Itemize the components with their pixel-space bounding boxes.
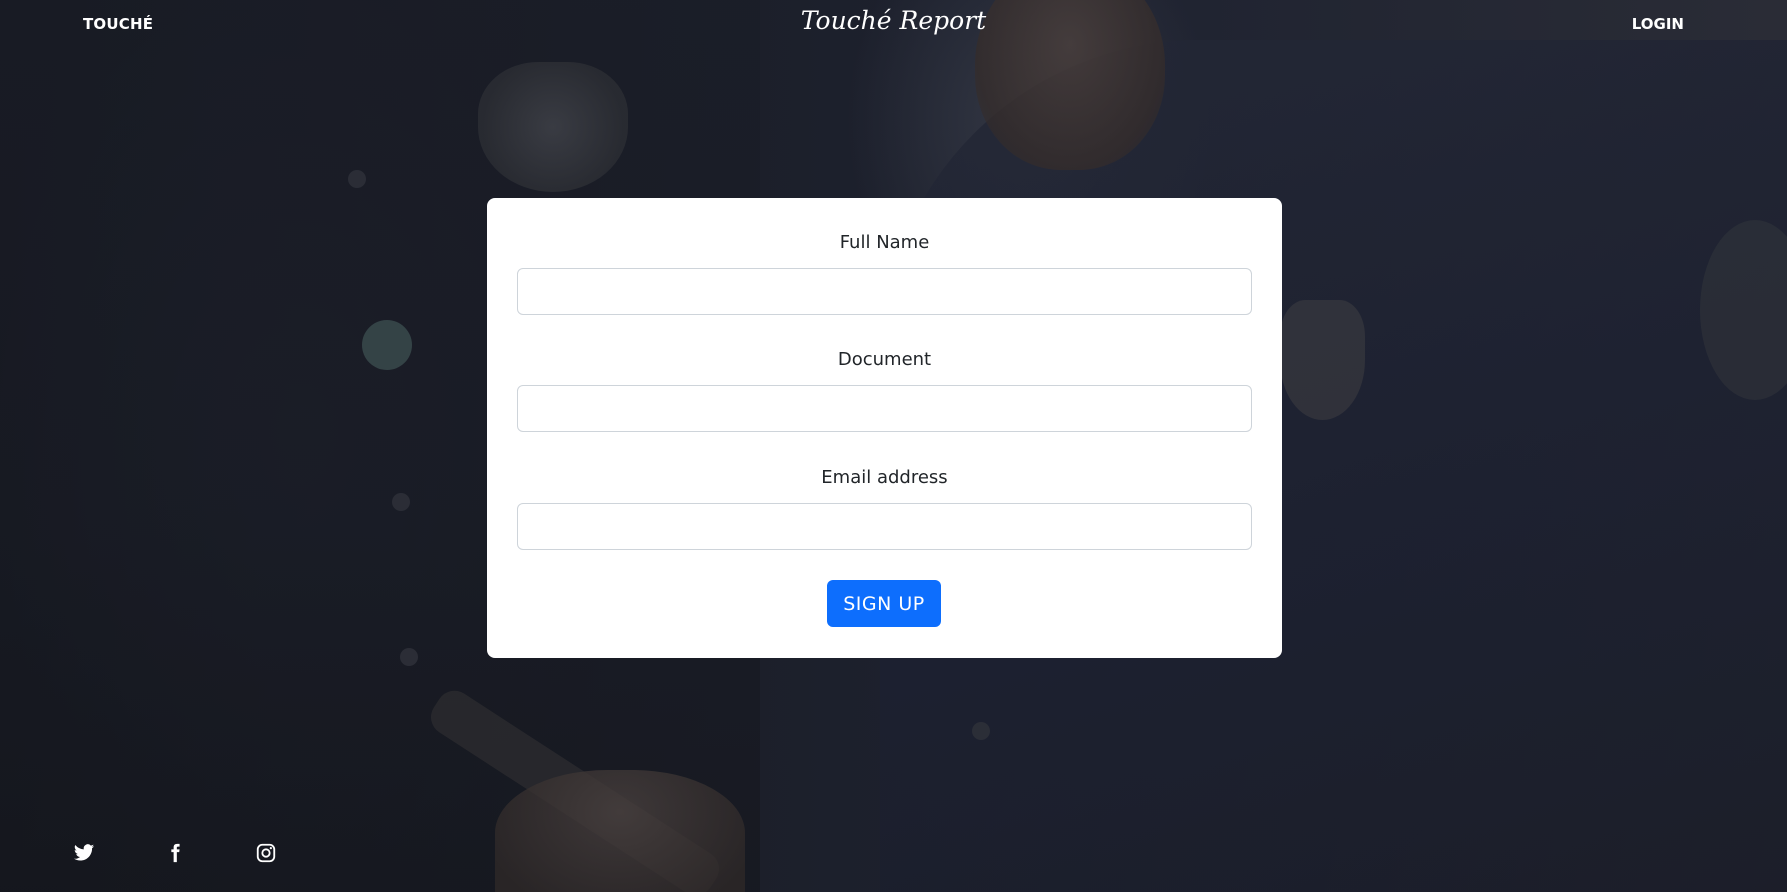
twitter-icon[interactable] bbox=[73, 842, 95, 864]
background-photo-button bbox=[972, 722, 990, 740]
signup-form-card: Full Name Document Email address SIGN UP bbox=[487, 198, 1282, 658]
twitter-icon-glyph bbox=[73, 844, 95, 861]
background-photo-body-camera bbox=[362, 320, 412, 370]
facebook-icon[interactable] bbox=[164, 842, 186, 864]
background-photo-button bbox=[348, 170, 366, 188]
instagram-icon-glyph bbox=[256, 843, 276, 863]
instagram-icon[interactable] bbox=[255, 842, 277, 864]
document-label: Document bbox=[837, 349, 932, 370]
email-input[interactable] bbox=[517, 503, 1252, 550]
email-label: Email address bbox=[821, 467, 948, 488]
login-link[interactable]: LOGIN bbox=[1632, 15, 1684, 33]
background-photo-button bbox=[392, 493, 410, 511]
page: TOUCHÉ Touché Report LOGIN Full Name Doc… bbox=[0, 0, 1787, 892]
background-photo-badge bbox=[1280, 300, 1365, 420]
full-name-input[interactable] bbox=[517, 268, 1252, 315]
document-input[interactable] bbox=[517, 385, 1252, 432]
full-name-label: Full Name bbox=[839, 232, 930, 253]
site-title: Touché Report bbox=[800, 6, 987, 35]
background-photo-button bbox=[400, 648, 418, 666]
background-photo-badge bbox=[478, 62, 628, 192]
header: TOUCHÉ Touché Report LOGIN bbox=[0, 0, 1787, 50]
sign-up-button[interactable]: SIGN UP bbox=[827, 580, 941, 627]
facebook-icon-glyph bbox=[171, 843, 180, 863]
background-photo-hand bbox=[495, 770, 745, 892]
